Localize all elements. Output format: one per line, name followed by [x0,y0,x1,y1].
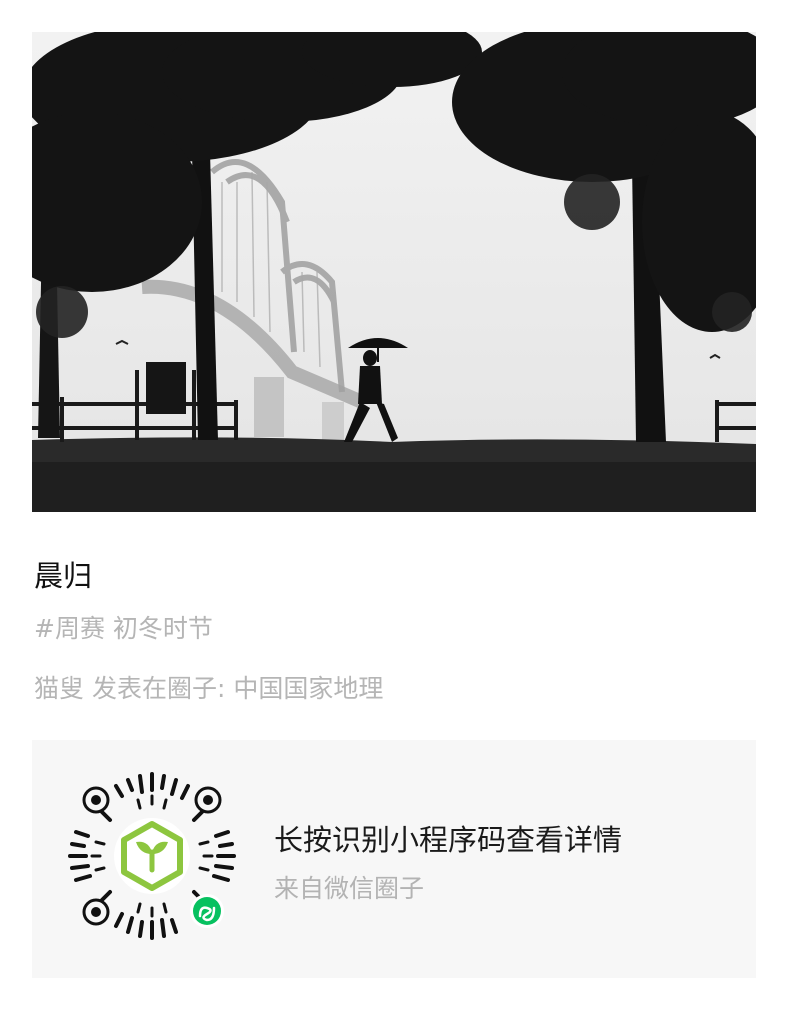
card-title: 长按识别小程序码查看详情 [274,823,623,857]
mini-program-card[interactable]: 长按识别小程序码查看详情 来自微信圈子 [32,740,756,978]
post-author-line[interactable]: 猫叟 发表在圈子: 中国国家地理 [34,672,383,706]
post-photo[interactable] [32,32,756,512]
post-tags[interactable]: #周赛 初冬时节 [34,612,213,646]
circle-sprout-logo-icon [114,818,190,894]
post-title: 晨归 [34,559,93,593]
mini-program-link-badge-icon [190,894,224,928]
mini-program-qr-code[interactable] [66,770,238,942]
card-subtitle: 来自微信圈子 [274,874,425,903]
